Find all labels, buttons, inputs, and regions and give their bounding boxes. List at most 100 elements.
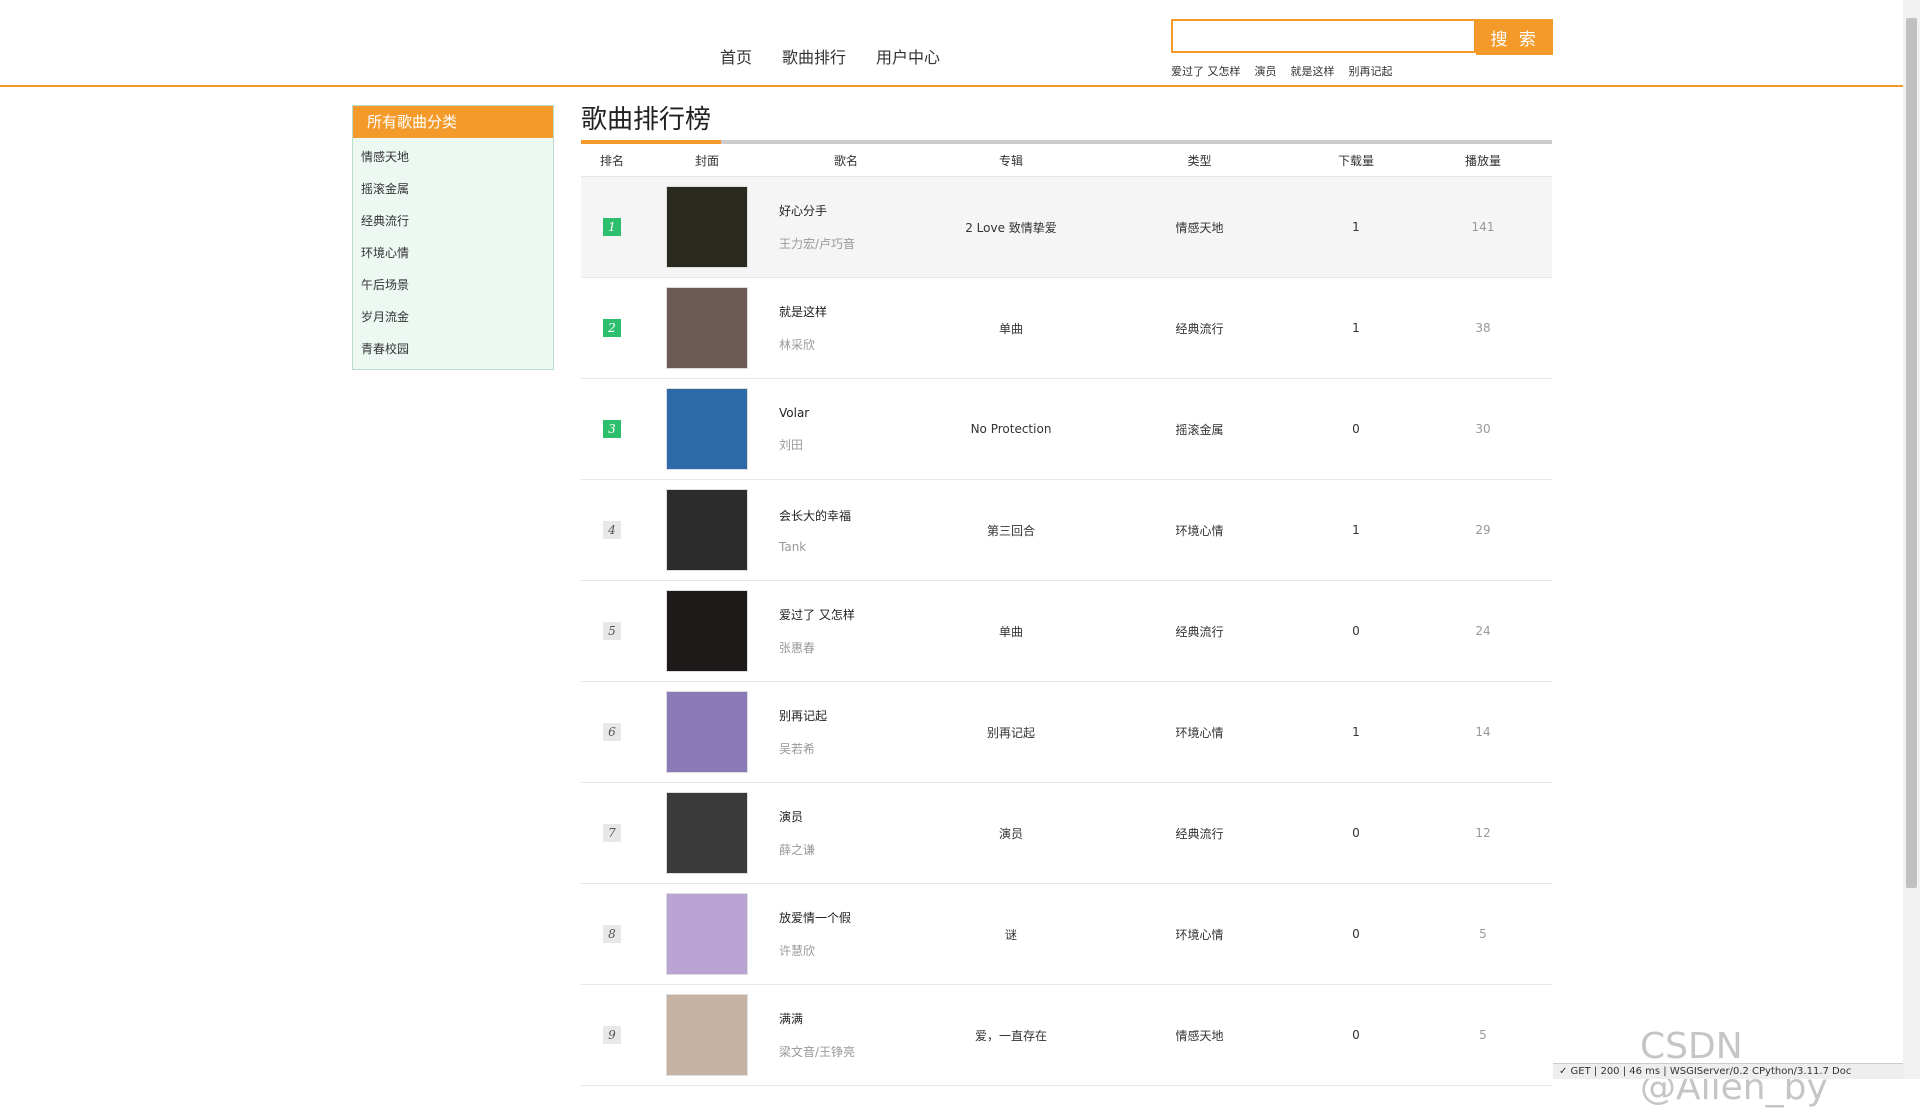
sidebar-item-category[interactable]: 经典流行	[353, 205, 553, 237]
rank-cell: 8	[581, 883, 643, 985]
hot-word-link[interactable]: 别再记起	[1349, 63, 1393, 79]
column-header: 下载量	[1298, 144, 1414, 177]
album-cover-image[interactable]	[666, 590, 748, 672]
song-artist: 吴若希	[779, 742, 816, 756]
search-input[interactable]	[1171, 19, 1477, 53]
cover-cell	[643, 883, 771, 985]
album-cover-image[interactable]	[666, 994, 748, 1076]
type-cell: 经典流行	[1101, 277, 1298, 379]
column-header: 排名	[581, 144, 643, 177]
song-cell: Volar 刘田	[771, 378, 921, 480]
table-row: 3 Volar 刘田 No Protection 摇滚金属 0 30	[581, 378, 1552, 480]
search-button[interactable]: 搜 索	[1476, 19, 1553, 55]
ranking-table: 排名 封面 歌名 专辑 类型 下载量 播放量 1 好心分手 王力宏/卢巧音 2 Lov…	[581, 144, 1552, 1086]
album-cell: 2 Love 致情挚爱	[921, 176, 1101, 278]
debug-status-bar: ✓ GET | 200 | 46 ms | WSGIServer/0.2 CPy…	[1553, 1063, 1903, 1079]
sidebar-item-category[interactable]: 摇滚金属	[353, 173, 553, 205]
table-row: 7 演员 薛之谦 演员 经典流行 0 12	[581, 782, 1552, 884]
nav-user-center[interactable]: 用户中心	[876, 44, 940, 68]
downloads-cell: 1	[1298, 176, 1414, 278]
song-artist: 王力宏/卢巧音	[779, 237, 856, 251]
column-header: 歌名	[771, 144, 921, 177]
downloads-cell: 0	[1298, 883, 1414, 985]
rank-cell: 3	[581, 378, 643, 480]
downloads-cell: 1	[1298, 479, 1414, 581]
rank-cell: 6	[581, 681, 643, 783]
rank-badge: 2	[603, 319, 621, 337]
sidebar-item-category[interactable]: 青春校园	[353, 333, 553, 365]
rank-cell: 1	[581, 176, 643, 278]
song-name-link[interactable]: 演员	[779, 808, 921, 825]
table-row: 8 放爱情一个假 许慧欣谜环境心情 0 5	[581, 883, 1552, 985]
rank-cell: 4	[581, 479, 643, 581]
rank-badge: 1	[603, 218, 621, 236]
rank-badge: 3	[603, 420, 621, 438]
nav-song-ranking[interactable]: 歌曲排行	[782, 44, 846, 68]
hot-word-link[interactable]: 演员	[1255, 63, 1277, 79]
downloads-cell: 1	[1298, 277, 1414, 379]
page-title: 歌曲排行榜	[581, 105, 712, 135]
album-cover-image[interactable]	[666, 893, 748, 975]
type-cell: 经典流行	[1101, 782, 1298, 884]
rank-cell: 7	[581, 782, 643, 884]
table-row: 4 会长大的幸福 Tank 第三回合 环境心情 1 29	[581, 479, 1552, 581]
rank-badge: 6	[603, 723, 621, 741]
site-header: 首页 歌曲排行 用户中心 搜 索 爱过了 又怎样 演员 就是这样 别再记起	[0, 0, 1903, 87]
song-name-link[interactable]: 就是这样	[779, 303, 921, 320]
song-cell: 演员 薛之谦	[771, 782, 921, 884]
sidebar-item-category[interactable]: 岁月流金	[353, 301, 553, 333]
rank-cell: 5	[581, 580, 643, 682]
album-cell: 爱，一直存在	[921, 984, 1101, 1086]
column-header: 专辑	[921, 144, 1101, 177]
album-cell: No Protection	[921, 378, 1101, 480]
hot-word-link[interactable]: 就是这样	[1291, 63, 1335, 79]
plays-cell: 5	[1414, 984, 1552, 1086]
downloads-cell: 0	[1298, 984, 1414, 1086]
cover-cell	[643, 176, 771, 278]
table-row: 6 别再记起 吴若希 别再记起 环境心情 1 14	[581, 681, 1552, 783]
song-cell: 放爱情一个假 许慧欣	[771, 883, 921, 985]
album-cover-image[interactable]	[666, 388, 748, 470]
cover-cell	[643, 277, 771, 379]
category-list: 情感天地 摇滚金属 经典流行 环境心情 午后场景 岁月流金 青春校园	[353, 138, 553, 369]
song-cell: 别再记起 吴若希	[771, 681, 921, 783]
downloads-cell: 0	[1298, 782, 1414, 884]
song-artist: 梁文音/王铮亮	[779, 1045, 856, 1059]
album-cover-image[interactable]	[666, 186, 748, 268]
sidebar-item-category[interactable]: 午后场景	[353, 269, 553, 301]
table-row: 9 满满 梁文音/王铮亮 爱，一直存在 情感天地 0 5	[581, 984, 1552, 1086]
album-cover-image[interactable]	[666, 691, 748, 773]
plays-cell: 24	[1414, 580, 1552, 682]
table-body: 1 好心分手 王力宏/卢巧音 2 Love 致情挚爱 情感天地 1 141 2 就是这样 林采欣单…	[581, 176, 1552, 1086]
song-name-link[interactable]: Volar	[779, 406, 921, 420]
plays-cell: 29	[1414, 479, 1552, 581]
song-name-link[interactable]: 满满	[779, 1010, 921, 1027]
song-cell: 会长大的幸福 Tank	[771, 479, 921, 581]
page-scrollbar[interactable]	[1903, 0, 1920, 1079]
song-name-link[interactable]: 别再记起	[779, 707, 921, 724]
main-nav: 首页 歌曲排行 用户中心	[720, 44, 970, 68]
album-cover-image[interactable]	[666, 792, 748, 874]
scrollbar-thumb[interactable]	[1906, 18, 1917, 888]
album-cell: 别再记起	[921, 681, 1101, 783]
cover-cell	[643, 378, 771, 480]
song-name-link[interactable]: 放爱情一个假	[779, 909, 921, 926]
cover-cell	[643, 984, 771, 1086]
song-name-link[interactable]: 爱过了 又怎样	[779, 606, 921, 623]
album-cover-image[interactable]	[666, 287, 748, 369]
song-cell: 爱过了 又怎样 张惠春	[771, 580, 921, 682]
plays-cell: 14	[1414, 681, 1552, 783]
sidebar-item-category[interactable]: 情感天地	[353, 141, 553, 173]
sidebar-item-category[interactable]: 环境心情	[353, 237, 553, 269]
rank-cell: 9	[581, 984, 643, 1086]
song-artist: 张惠春	[779, 641, 816, 655]
table-row: 5 爱过了 又怎样 张惠春 单曲 经典流行 0 24	[581, 580, 1552, 682]
album-cover-image[interactable]	[666, 489, 748, 571]
nav-home[interactable]: 首页	[720, 44, 752, 68]
song-name-link[interactable]: 好心分手	[779, 202, 921, 219]
type-cell: 经典流行	[1101, 580, 1298, 682]
hot-word-link[interactable]: 爱过了 又怎样	[1171, 63, 1241, 79]
album-cell: 演员	[921, 782, 1101, 884]
type-cell: 情感天地	[1101, 176, 1298, 278]
song-name-link[interactable]: 会长大的幸福	[779, 507, 921, 524]
